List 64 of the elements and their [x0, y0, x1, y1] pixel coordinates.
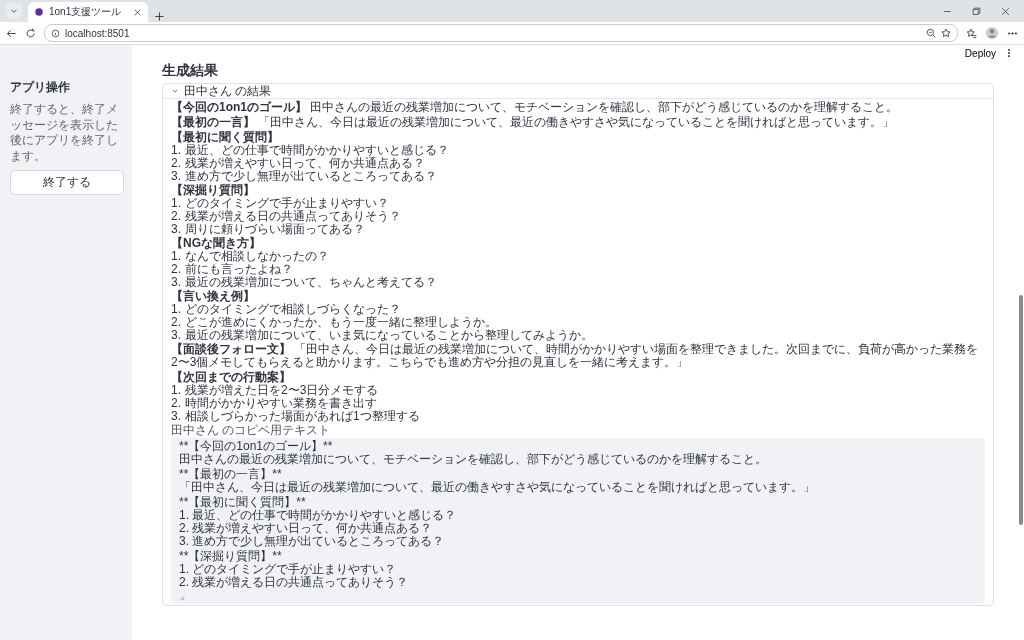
app-icon — [34, 7, 44, 17]
list-item: 残業が増える日の共通点ってありそう？ — [185, 210, 401, 223]
section-heading: 【次回までの行動案】 — [171, 371, 292, 384]
list-number: 1. — [171, 303, 181, 316]
tab-title: 1on1支援ツール — [49, 5, 123, 19]
list-number: 3. — [171, 276, 181, 289]
section-heading: 【NGな聞き方】 — [171, 237, 262, 250]
result-paragraph: 【面談後フォロー文】 「田中さん、今日は最近の残業増加について、時間がかかりやすい場面を整理できました。次回までに、負荷が高かった業務を2〜3個メモしてもらえると助かります。こちらでも進め方や分担の見直しを一緒に考えます。」 — [171, 343, 980, 369]
sidebar-title: アプリ操作 — [10, 79, 71, 96]
close-icon[interactable] — [1001, 6, 1010, 16]
list-number: 2. — [171, 263, 181, 276]
list-number: 1. — [171, 197, 181, 210]
list-item: 残業が増えやすい日って、何か共通点ある？ — [185, 157, 425, 170]
resize-grip-icon[interactable] — [179, 595, 185, 601]
plus-icon[interactable] — [154, 11, 165, 22]
avatar-icon[interactable] — [985, 26, 999, 40]
chevron-down-icon — [171, 87, 179, 95]
list-number: 1. — [171, 384, 181, 397]
list-item: 前にも言ったよね？ — [185, 263, 293, 276]
list-number: 2. — [171, 316, 181, 329]
reload-icon[interactable] — [25, 27, 36, 39]
list-number: 1. — [171, 250, 181, 263]
list-number: 3. — [171, 223, 181, 236]
list-item: どのタイミングで相談しづらくなった？ — [185, 303, 401, 316]
page-title: 生成結果 — [162, 61, 219, 79]
list-number: 2. — [171, 210, 181, 223]
address-field[interactable]: localhost:8501 — [44, 24, 958, 42]
scrollbar-thumb[interactable] — [1019, 295, 1023, 525]
list-item: 相談しづらかった場面があれば1つ整理する — [185, 410, 420, 423]
favorites-icon[interactable] — [966, 27, 977, 39]
list-item: どのタイミングで手が止まりやすい？ — [185, 197, 389, 210]
section-heading: 【言い換え例】 — [171, 290, 256, 303]
sidebar-description: 終了すると、終了メッセージを表示した後にアプリを終了します。 — [10, 102, 119, 165]
list-item: 最近の残業増加について、ちゃんと考えてる？ — [185, 276, 437, 289]
field-label: 田中さん のコピペ用テキスト — [171, 424, 332, 437]
section-heading: 【最初に聞く質問】 — [171, 131, 280, 144]
zoom-out-icon[interactable] — [926, 28, 936, 38]
list-number: 2. — [171, 157, 181, 170]
list-item: どこが進めにくかったか、もう一度一緒に整理しようか。 — [185, 316, 497, 329]
result-paragraph: 【最初の一言】 「田中さん、今日は最近の残業増加について、最近の働きやすさや気になっていることを聞ければと思っています。」 — [171, 116, 896, 129]
back-icon[interactable] — [6, 27, 17, 39]
close-icon[interactable] — [133, 7, 142, 17]
info-icon — [51, 28, 60, 38]
list-number: 3. — [171, 329, 181, 342]
list-item: 最近、どの仕事で時間がかかりやすいと感じる？ — [185, 144, 449, 157]
list-number: 1. — [171, 144, 181, 157]
restore-icon[interactable] — [972, 6, 981, 16]
deploy-button[interactable]: Deploy — [964, 47, 996, 59]
list-number: 3. — [171, 170, 181, 183]
expander-header[interactable]: 田中さん の結果 — [163, 84, 993, 99]
list-number: 2. — [171, 397, 181, 410]
list-number: 3. — [171, 410, 181, 423]
browser-tab[interactable]: 1on1支援ツール — [28, 2, 148, 22]
list-item: 残業が増えた日を2〜3日分メモする — [185, 384, 379, 397]
list-item: 最近の残業増加について、いま気になっていることから整理してみようか。 — [185, 329, 593, 342]
section-heading: 【深掘り質問】 — [171, 184, 256, 197]
star-icon[interactable] — [941, 28, 951, 38]
result-paragraph: 【今回の1on1のゴール】 田中さんの最近の残業増加について、モチベーションを確認し、部下がどう感じているのかを理解すること。 — [171, 101, 900, 114]
exit-button[interactable]: 終了する — [10, 170, 124, 196]
text-area[interactable]: **【今回の1on1のゴール】** 田中さんの最近の残業増加について、モチベーションを確認し、部下がどう感じているのかを理解すること。 **【最初の一言】** 「田中さん、今日は最近の残業増加について、最近の働きやすさや気になっていることを聞ければと思っています。」 **【最初に聞く質問】** 1. 最近、どの仕事で時間がかかりやすいと感じる？ 2. 残業が増えやすい日って、何か共通点ある？ 3. 進め方で少し無理が出ているところってある？ **【深掘り質問】** 1. どのタイミングで手が止まりやすい？ 2. 残業が増える日の共通点ってありそう？ — [171, 438, 985, 604]
list-item: 周りに頼りづらい場面ってある？ — [185, 223, 365, 236]
list-item: 進め方で少し無理が出ているところってある？ — [185, 170, 437, 183]
list-item: 時間がかかりやすい業務を書き出す — [185, 397, 377, 410]
list-item: なんで相談しなかったの？ — [185, 250, 329, 263]
